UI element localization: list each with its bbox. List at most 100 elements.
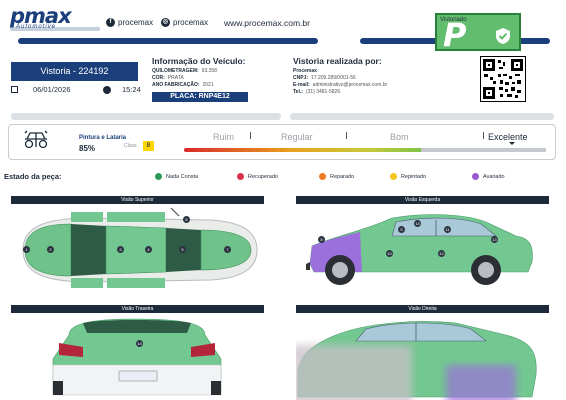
part-marker[interactable]: 12: [438, 250, 445, 257]
color-value: PRATA: [167, 75, 184, 81]
red-dot-icon: [237, 173, 244, 180]
scale-label-ruim: Ruim: [213, 132, 235, 142]
condition-panel: [8, 124, 556, 160]
scale-pointer: [509, 142, 515, 145]
view-header-left: Visão Esquerda: [296, 196, 549, 204]
facebook-link[interactable]: f procemax: [106, 18, 153, 27]
scale-label-regular: Regular: [281, 132, 313, 142]
view-right: [296, 315, 549, 400]
car-rear-view: [52, 318, 222, 396]
legend-nada-consta: Nada Consta: [155, 173, 198, 180]
inspector-title: Vistoria realizada por:: [293, 56, 382, 66]
car-right-view: [296, 321, 537, 400]
car-chassis-icon: [24, 130, 48, 149]
instagram-icon: ◎: [161, 18, 170, 27]
odometer-value: 93.358: [201, 68, 217, 74]
purple-dot-icon: [472, 173, 479, 180]
legend-label: Reparado: [330, 173, 355, 180]
scale-separator: [250, 132, 251, 139]
vistoria-id: Vistoria - 224192: [11, 62, 138, 81]
orange-dot-icon: [319, 173, 326, 180]
condition-scale-remainder: [421, 148, 546, 152]
part-marker[interactable]: 7: [224, 246, 231, 253]
scale-separator: [483, 132, 484, 139]
color-label: COR:: [152, 75, 165, 81]
inspector-name: Procemax: [293, 68, 317, 74]
qr-code[interactable]: [480, 56, 526, 102]
qr-pattern: [484, 60, 521, 98]
view-rear: 14: [11, 315, 264, 400]
view-header-right: Visão Direita: [296, 305, 549, 313]
year-label: ANO FABRICAÇÃO:: [152, 82, 200, 88]
legend-recuperado: Recuperado: [237, 173, 278, 180]
email-value[interactable]: administrativo@procemax.com.br: [313, 82, 388, 88]
part-marker[interactable]: 2: [47, 246, 54, 253]
part-marker[interactable]: 14: [136, 340, 143, 347]
green-dot-icon: [155, 173, 162, 180]
tel-value: (31) 3481-5826: [305, 89, 341, 95]
vehicle-info-title: Informação do Veículo:: [152, 56, 246, 66]
view-left: 8 9 10 11 12 13 14: [296, 206, 549, 298]
part-marker[interactable]: 4: [145, 246, 152, 253]
part-marker[interactable]: 6: [183, 216, 190, 223]
part-marker[interactable]: 10: [386, 250, 393, 257]
part-marker[interactable]: 1: [23, 246, 30, 253]
clock-icon: [103, 86, 111, 94]
plate-badge: PLACA: RNP4E12: [152, 92, 248, 102]
header-stripe-left: [18, 38, 318, 44]
legend-title: Estado da peça:: [4, 172, 62, 181]
year-value: 2021: [202, 82, 214, 88]
legend-reparado: Reparado: [319, 173, 354, 180]
part-marker[interactable]: 9: [398, 226, 405, 233]
condition-category: Pintura e Lataria: [79, 135, 127, 141]
email-line: E-mail: administrativo@procemax.com.br: [293, 82, 387, 88]
legend-label: Avariado: [483, 173, 505, 180]
condition-percent: 85%: [79, 144, 96, 153]
vistoria-datetime: 06/01/2026 15:24: [11, 85, 141, 95]
yellow-dot-icon: [390, 173, 397, 180]
view-header-top: Visão Superior: [11, 196, 264, 204]
odometer-label: QUILOMETRAGEM:: [152, 68, 199, 74]
vistoriado-badge: Vistoriado P: [435, 13, 521, 51]
view-top: 1 2 3 4 5 6 7: [11, 206, 264, 298]
part-marker[interactable]: 5: [179, 246, 186, 253]
class-value-badge: B: [143, 141, 154, 151]
calendar-icon: [11, 86, 18, 93]
instagram-handle: procemax: [173, 18, 209, 27]
shield-check-icon: [496, 28, 510, 44]
cnpj-value: 17.209.289/0001-56: [311, 75, 356, 81]
tel-label: Tel.:: [293, 89, 303, 95]
part-marker[interactable]: 13: [491, 236, 498, 243]
legend-label: Repintado: [401, 173, 427, 180]
odometer-line: QUILOMETRAGEM: 93.358: [152, 68, 217, 74]
separator-bar: [11, 113, 281, 120]
scale-separator: [346, 132, 347, 139]
scale-label-excelente: Excelente: [488, 132, 528, 142]
part-marker[interactable]: 14: [414, 220, 421, 227]
separator-bar: [290, 113, 554, 120]
car-left-view: [306, 214, 533, 285]
email-label: E-mail:: [293, 82, 310, 88]
view-header-rear: Visão Traseira: [11, 305, 264, 313]
website-link[interactable]: www.procemax.com.br: [224, 18, 310, 28]
tel-line: Tel.: (31) 3481-5826: [293, 89, 340, 95]
scale-label-bom: Bom: [390, 132, 409, 142]
facebook-handle: procemax: [118, 18, 154, 27]
part-marker[interactable]: 3: [117, 246, 124, 253]
facebook-icon: f: [106, 18, 115, 27]
legend-avariado: Avariado: [472, 173, 505, 180]
badge-letter: P: [443, 16, 467, 54]
cnpj-label: CNPJ:: [293, 75, 309, 81]
instagram-link[interactable]: ◎ procemax: [161, 18, 208, 27]
legend-repintado: Repintado: [390, 173, 426, 180]
legend-label: Recuperado: [248, 173, 278, 180]
legend-label: Nada Consta: [166, 173, 199, 180]
vistoria-time: 15:24: [122, 85, 141, 94]
year-line: ANO FABRICAÇÃO: 2021: [152, 82, 214, 88]
part-marker[interactable]: 8: [318, 236, 325, 243]
header-underline: [10, 27, 100, 31]
part-marker[interactable]: 11: [444, 226, 451, 233]
vistoria-date: 06/01/2026: [33, 85, 71, 94]
logo-text: pmax: [10, 4, 72, 28]
color-line: COR: PRATA: [152, 75, 184, 81]
